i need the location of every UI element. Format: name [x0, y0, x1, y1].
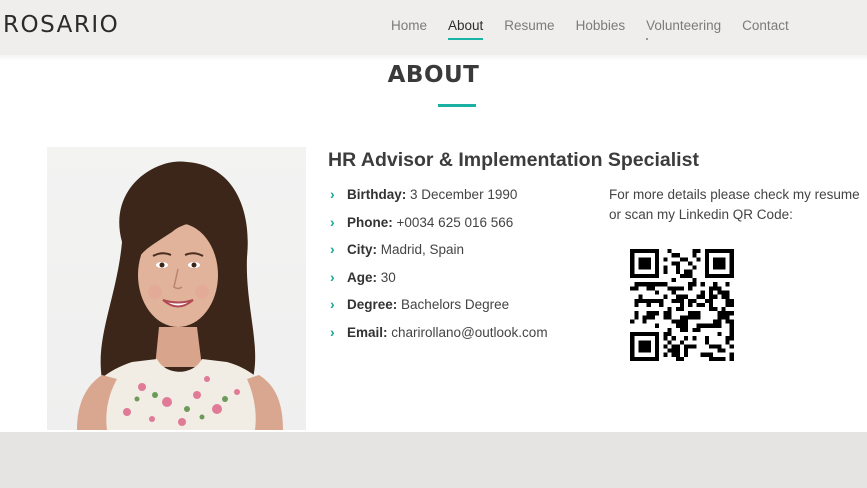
- top-navbar: ROSARIO Home About Resume Hobbies Volunt…: [0, 0, 867, 55]
- main-nav: Home About Resume Hobbies Volunteering C…: [391, 18, 810, 40]
- info-age: › Age: 30: [330, 268, 396, 285]
- info-city: › City: Madrid, Spain: [330, 241, 465, 257]
- chevron-right-icon: ›: [330, 241, 335, 257]
- personal-info-list: › Birthday: 3 December 1990 › Phone: +0034…: [330, 186, 548, 351]
- info-degree: › Degree: Bachelors Degree: [330, 296, 510, 312]
- section-title: ABOUT: [387, 62, 480, 88]
- brand-logo[interactable]: ROSARIO: [3, 12, 119, 38]
- chevron-right-icon: ›: [330, 323, 335, 340]
- info-birthday: › Birthday: 3 December 1990: [330, 186, 518, 202]
- nav-volunteering[interactable]: Volunteering: [646, 18, 721, 40]
- qr-instructions: For more details please check my resume …: [609, 187, 860, 222]
- section-title-underline: [438, 104, 476, 107]
- chevron-right-icon: ›: [330, 268, 335, 285]
- nav-resume[interactable]: Resume: [504, 18, 554, 33]
- linkedin-qr-code[interactable]: [630, 249, 734, 361]
- about-section: ABOUT HR Advisor & Implementation Specia…: [0, 55, 867, 432]
- job-title: HR Advisor & Implementation Specialist: [328, 149, 699, 171]
- info-phone: › Phone: +0034 625 016 566: [330, 213, 514, 230]
- chevron-right-icon: ›: [330, 213, 335, 230]
- profile-photo: [47, 147, 306, 430]
- nav-home[interactable]: Home: [391, 18, 427, 33]
- info-email: › Email: charirollano@outlook.com: [330, 323, 548, 340]
- nav-contact[interactable]: Contact: [742, 18, 789, 33]
- nav-hobbies[interactable]: Hobbies: [576, 18, 626, 33]
- chevron-right-icon: ›: [330, 186, 335, 202]
- chevron-right-icon: ›: [330, 296, 335, 312]
- nav-about[interactable]: About: [448, 18, 484, 40]
